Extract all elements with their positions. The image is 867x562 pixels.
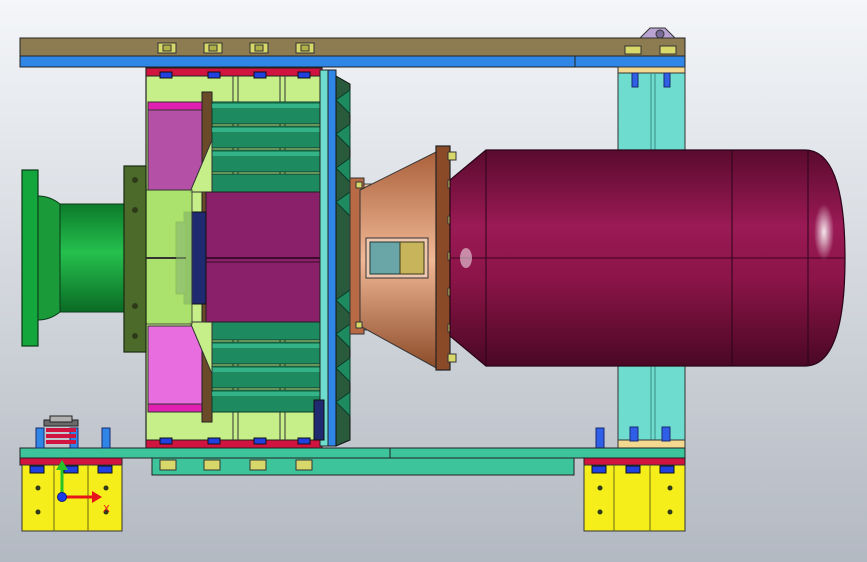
right-mount-foot[interactable] <box>583 464 686 532</box>
z-axis-dot <box>57 492 67 502</box>
assembly-drawing: X <box>0 0 867 562</box>
pressure-tank[interactable] <box>449 149 846 367</box>
x-axis-label: X <box>103 504 110 515</box>
cad-viewport[interactable]: X <box>0 0 867 562</box>
